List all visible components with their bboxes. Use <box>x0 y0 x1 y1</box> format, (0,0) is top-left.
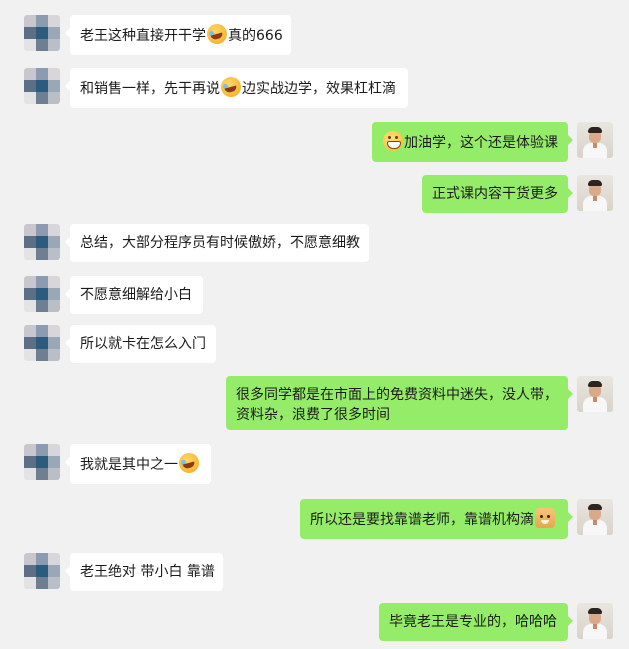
avatar-photo <box>577 499 613 535</box>
avatar-photo <box>577 122 613 158</box>
received-message-bubble[interactable]: 所以就卡在怎么入门 <box>65 325 216 363</box>
laugh-cry-emoji-icon <box>179 453 199 473</box>
message-text: 老王绝对 带小白 靠谱 <box>80 564 215 580</box>
message-text: 边实战边学，效果杠杠滴 <box>242 81 396 97</box>
pixelated-avatar-image <box>24 224 60 260</box>
avatar-photo <box>577 603 613 639</box>
my-avatar[interactable] <box>577 376 613 412</box>
pixelated-avatar-image <box>24 325 60 361</box>
message-text: 真的666 <box>228 28 283 44</box>
received-message-bubble[interactable]: 和销售一样，先干再说 边实战边学，效果杠杠滴 <box>65 68 408 108</box>
my-avatar[interactable] <box>577 603 613 639</box>
contact-avatar[interactable] <box>24 444 60 480</box>
sent-message-bubble[interactable]: 很多同学都是在市面上的免费资料中迷失，没人带，资料杂，浪费了很多时间 <box>226 376 573 430</box>
pixelated-avatar-image <box>24 444 60 480</box>
laugh-cry-emoji-icon <box>207 24 227 44</box>
message-text: 我就是其中之一 <box>80 457 178 473</box>
grin-emoji-icon <box>383 131 403 151</box>
received-message-bubble[interactable]: 不愿意细解给小白 <box>65 276 203 314</box>
sent-message-bubble[interactable]: 毕竟老王是专业的，哈哈哈 <box>379 603 573 641</box>
received-message-bubble[interactable]: 我就是其中之一 <box>65 444 211 484</box>
message-text: 正式课内容干货更多 <box>432 186 558 202</box>
message-text: 毕竟老王是专业的，哈哈哈 <box>389 614 557 630</box>
pixelated-avatar-image <box>24 68 60 104</box>
message-text: 和销售一样，先干再说 <box>80 81 220 97</box>
contact-avatar[interactable] <box>24 68 60 104</box>
my-avatar[interactable] <box>577 499 613 535</box>
chat-window: 老王这种直接开干学 真的666 和销售一样，先干再说 边实战边学，效果杠杠滴加油学，这… <box>0 0 629 649</box>
message-text: 所以就卡在怎么入门 <box>80 336 206 352</box>
pixelated-avatar-image <box>24 276 60 312</box>
avatar-photo <box>577 376 613 412</box>
pixelated-avatar-image <box>24 553 60 589</box>
received-message-bubble[interactable]: 老王绝对 带小白 靠谱 <box>65 553 223 591</box>
contact-avatar[interactable] <box>24 276 60 312</box>
message-text: 所以还是要找靠谱老师，靠谱机构滴 <box>310 512 534 528</box>
contact-avatar[interactable] <box>24 15 60 51</box>
sent-message-bubble[interactable]: 所以还是要找靠谱老师，靠谱机构滴 <box>300 499 573 539</box>
sent-message-bubble[interactable]: 加油学，这个还是体验课 <box>372 122 573 162</box>
sent-message-bubble[interactable]: 正式课内容干货更多 <box>422 175 573 213</box>
my-avatar[interactable] <box>577 175 613 211</box>
contact-avatar[interactable] <box>24 553 60 589</box>
message-text: 总结，大部分程序员有时候傲娇，不愿意细教 <box>80 235 360 251</box>
message-text: 加油学，这个还是体验课 <box>404 135 558 151</box>
doge-emoji-icon <box>535 508 555 528</box>
my-avatar[interactable] <box>577 122 613 158</box>
pixelated-avatar-image <box>24 15 60 51</box>
received-message-bubble[interactable]: 老王这种直接开干学 真的666 <box>65 15 291 55</box>
avatar-photo <box>577 175 613 211</box>
message-text: 老王这种直接开干学 <box>80 28 206 44</box>
laugh-cry-emoji-icon <box>221 77 241 97</box>
message-text: 不愿意细解给小白 <box>80 287 192 303</box>
message-text: 很多同学都是在市面上的免费资料中迷失，没人带，资料杂，浪费了很多时间 <box>236 387 558 423</box>
contact-avatar[interactable] <box>24 325 60 361</box>
contact-avatar[interactable] <box>24 224 60 260</box>
received-message-bubble[interactable]: 总结，大部分程序员有时候傲娇，不愿意细教 <box>65 224 369 262</box>
